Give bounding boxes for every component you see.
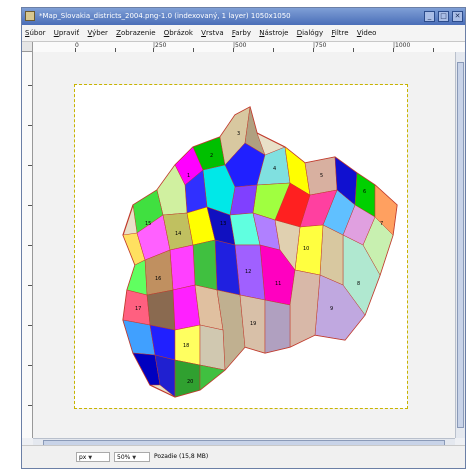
ruler-label: |500	[233, 42, 247, 49]
district-label: 6	[363, 189, 366, 195]
district-label: 10	[303, 246, 309, 252]
menu-image[interactable]: Obrázok	[161, 25, 196, 41]
menu-tools[interactable]: Nástroje	[256, 25, 291, 41]
district-label: 3	[237, 131, 240, 137]
ruler-tick	[28, 405, 32, 406]
district-label: 13	[220, 221, 226, 227]
menu-view[interactable]: Zobrazenie	[113, 25, 158, 41]
menu-file[interactable]: Súbor	[22, 25, 49, 41]
district-label: 8	[357, 281, 360, 287]
menu-layer[interactable]: Vrstva	[198, 25, 227, 41]
status-bar: px ▼ 50% ▼ Pozadie (15,8 MB)	[22, 445, 465, 468]
gimp-window: *Map_Slovakia_districts_2004.png-1.0 (in…	[21, 7, 466, 469]
ruler-label: |250	[153, 42, 167, 49]
gimp-icon	[25, 11, 35, 21]
district-label: 9	[330, 306, 333, 312]
window-controls: _ □ ✕	[424, 11, 463, 22]
chevron-down-icon: ▼	[88, 455, 93, 461]
district-label: 19	[250, 321, 256, 327]
ruler-tick	[28, 325, 32, 326]
maximize-icon[interactable]: □	[438, 11, 449, 22]
district-label: 11	[275, 281, 281, 287]
minimize-icon[interactable]: _	[424, 11, 435, 22]
district-label: 15	[145, 221, 151, 227]
menu-select[interactable]: Výber	[85, 25, 111, 41]
district-label: 5	[320, 173, 323, 179]
district-label: 16	[155, 276, 161, 282]
ruler-tick	[28, 245, 32, 246]
unit-value: px	[79, 454, 87, 461]
slovakia-districts-map: 1 2 3 4 5 6 7 8 9 10 11 12 13 14 15 16 1…	[122, 106, 398, 398]
vertical-ruler[interactable]	[22, 52, 33, 438]
unit-select[interactable]: px ▼	[76, 452, 110, 462]
district-label: 7	[380, 221, 383, 227]
menu-bar: Súbor Upraviť Výber Zobrazenie Obrázok V…	[22, 25, 465, 42]
ruler-tick	[28, 85, 32, 86]
chevron-down-icon: ▼	[132, 455, 137, 461]
image-sheet[interactable]: 1 2 3 4 5 6 7 8 9 10 11 12 13 14 15 16 1…	[74, 84, 408, 409]
title-bar[interactable]: *Map_Slovakia_districts_2004.png-1.0 (in…	[22, 8, 465, 25]
district-label: 1	[187, 173, 190, 179]
district-label: 18	[183, 343, 189, 349]
district-label: 14	[175, 231, 181, 237]
menu-edit[interactable]: Upraviť	[51, 25, 83, 41]
ruler-tick	[28, 205, 32, 206]
ruler-corner[interactable]	[22, 42, 33, 52]
district-label: 4	[273, 166, 276, 172]
layer-info: Pozadie (15,8 MB)	[154, 453, 209, 460]
ruler-tick	[28, 285, 32, 286]
vertical-scrollbar[interactable]	[455, 52, 465, 438]
district-label: 17	[135, 306, 141, 312]
ruler-tick	[28, 165, 32, 166]
district-label: 2	[210, 153, 213, 159]
ruler-tick	[28, 125, 32, 126]
window-title: *Map_Slovakia_districts_2004.png-1.0 (in…	[39, 12, 291, 20]
close-icon[interactable]: ✕	[452, 11, 463, 22]
ruler-label: |1000	[393, 42, 411, 49]
menu-colors[interactable]: Farby	[229, 25, 254, 41]
ruler-tick	[28, 365, 32, 366]
zoom-select[interactable]: 50% ▼	[114, 452, 150, 462]
image-canvas[interactable]: 1 2 3 4 5 6 7 8 9 10 11 12 13 14 15 16 1…	[33, 52, 457, 438]
menu-dialogs[interactable]: Dialógy	[294, 25, 326, 41]
zoom-value: 50%	[117, 454, 131, 461]
menu-video[interactable]: Video	[354, 25, 380, 41]
district-label: 12	[245, 269, 251, 275]
menu-filters[interactable]: Filtre	[328, 25, 351, 41]
district-label: 20	[187, 379, 193, 385]
ruler-label: |750	[313, 42, 327, 49]
vertical-scroll-thumb[interactable]	[457, 62, 464, 428]
